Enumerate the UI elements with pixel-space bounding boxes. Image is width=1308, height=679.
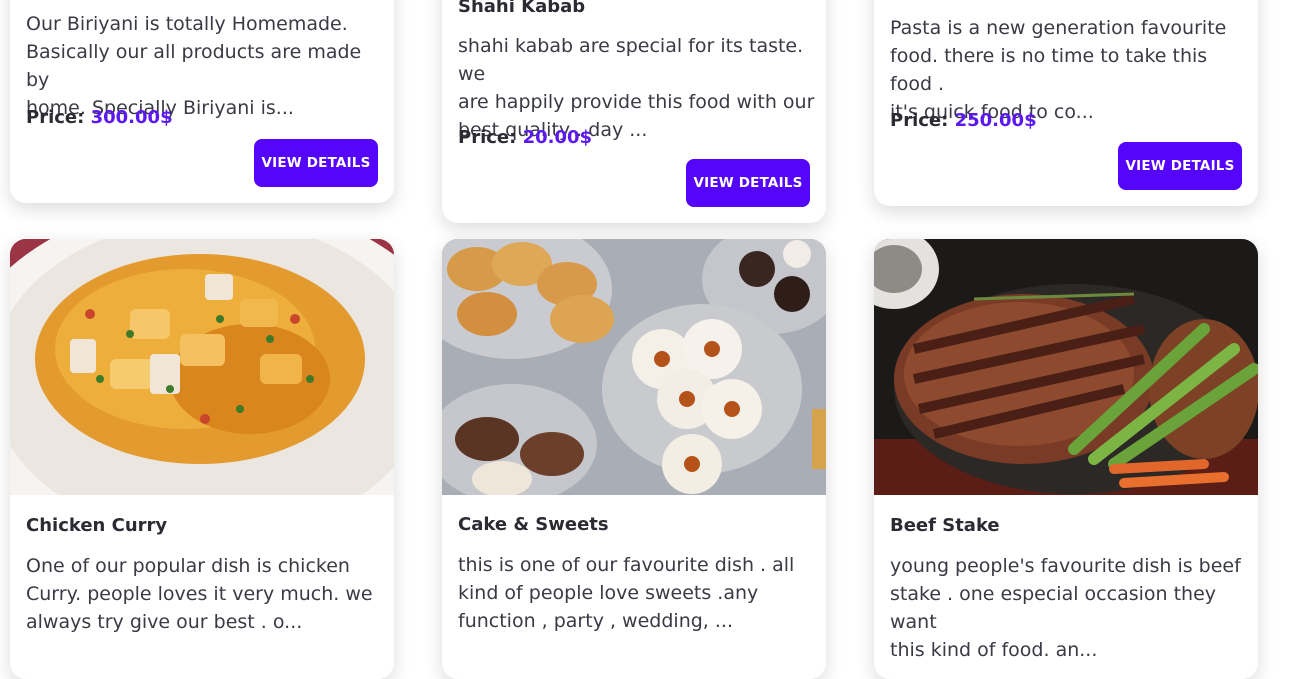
price-label: Price: bbox=[26, 107, 85, 128]
price-value: 20.00$ bbox=[522, 127, 593, 148]
description-line: always try give our best . o... bbox=[26, 611, 303, 633]
description-line: Our Biriyani is totally Homemade. bbox=[26, 13, 348, 35]
card-title: Beef Stake bbox=[890, 515, 1000, 536]
description-line: Basically our all products are made by bbox=[26, 41, 362, 91]
food-image bbox=[442, 239, 826, 495]
price: Price: 250.00$ bbox=[890, 109, 1037, 133]
product-card-chicken-curry: Chicken Curry One of our popular dish is… bbox=[10, 239, 394, 679]
view-details-button[interactable]: VIEW DETAILS bbox=[686, 159, 810, 207]
description-line: One of our popular dish is chicken bbox=[26, 555, 350, 577]
description-line: this is one of our favourite dish . all bbox=[458, 554, 795, 576]
product-card-cake-sweets: Cake & Sweets this is one of our favouri… bbox=[442, 239, 826, 679]
product-card-pasta: Pasta is a new generation favourite food… bbox=[874, 0, 1258, 206]
view-details-button[interactable]: VIEW DETAILS bbox=[254, 139, 378, 187]
description-line: this kind of food. an... bbox=[890, 639, 1098, 661]
description-line: are happily provide this food with our bbox=[458, 91, 815, 113]
product-card-shahi-kabab: Shahi Kabab shahi kabab are special for … bbox=[442, 0, 826, 223]
description-line: stake . one especial occasion they want bbox=[890, 583, 1217, 633]
price-label: Price: bbox=[890, 110, 949, 131]
card-description: young people's favourite dish is beef st… bbox=[890, 552, 1250, 664]
food-image bbox=[874, 239, 1258, 495]
product-card-beef-stake: Beef Stake young people's favourite dish… bbox=[874, 239, 1258, 679]
price-value: 300.00$ bbox=[90, 107, 173, 128]
description-line: Pasta is a new generation favourite bbox=[890, 17, 1227, 39]
description-line: shahi kabab are special for its taste. w… bbox=[458, 35, 804, 85]
view-details-button[interactable]: VIEW DETAILS bbox=[1118, 142, 1242, 190]
card-description: One of our popular dish is chicken Curry… bbox=[26, 552, 386, 636]
price-value: 250.00$ bbox=[954, 110, 1037, 131]
card-title: Shahi Kabab bbox=[458, 0, 586, 17]
price: Price: 300.00$ bbox=[26, 106, 173, 130]
price: Price: 20.00$ bbox=[458, 126, 592, 150]
description-line: kind of people love sweets .any bbox=[458, 582, 759, 604]
description-line: food. there is no time to take this food… bbox=[890, 45, 1208, 95]
card-title: Cake & Sweets bbox=[458, 514, 609, 535]
description-line: young people's favourite dish is beef bbox=[890, 555, 1241, 577]
card-title: Chicken Curry bbox=[26, 515, 168, 536]
description-line: Curry. people loves it very much. we bbox=[26, 583, 373, 605]
food-image bbox=[10, 239, 394, 495]
price-label: Price: bbox=[458, 127, 517, 148]
product-card-biriyani: Our Biriyani is totally Homemade. Basica… bbox=[10, 0, 394, 203]
description-line: function , party , wedding, ... bbox=[458, 610, 733, 632]
card-description: this is one of our favourite dish . all … bbox=[458, 551, 818, 635]
